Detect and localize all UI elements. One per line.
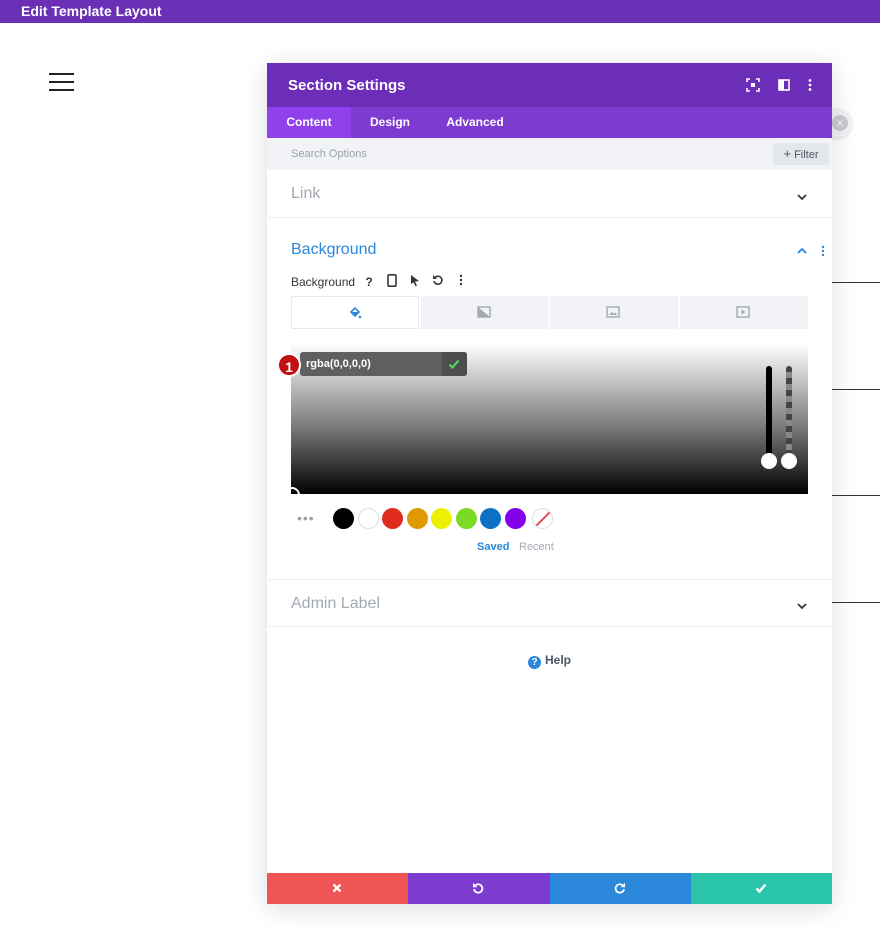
video-icon bbox=[736, 306, 750, 318]
color-value-input[interactable] bbox=[306, 355, 436, 373]
undo-icon bbox=[473, 882, 484, 894]
palette-tab-recent[interactable]: Recent bbox=[519, 541, 554, 553]
close-icon: × bbox=[832, 115, 848, 131]
gradient-icon bbox=[477, 306, 491, 318]
check-icon bbox=[448, 359, 460, 370]
tab-design[interactable]: Design bbox=[351, 107, 429, 138]
hover-cursor-icon[interactable] bbox=[407, 274, 423, 290]
cancel-button[interactable] bbox=[267, 873, 409, 904]
tab-advanced[interactable]: Advanced bbox=[429, 107, 521, 138]
help-icon[interactable]: ? bbox=[361, 274, 377, 290]
close-icon bbox=[332, 883, 342, 893]
tab-content[interactable]: Content bbox=[267, 107, 351, 138]
bg-tab-video[interactable] bbox=[680, 296, 808, 329]
search-bar: +Filter bbox=[267, 138, 832, 170]
section-more-options-icon[interactable] bbox=[820, 244, 826, 257]
mobile-icon[interactable] bbox=[384, 274, 400, 290]
section-admin-label[interactable]: Admin Label bbox=[267, 579, 832, 627]
bg-tab-color[interactable] bbox=[291, 296, 419, 329]
chevron-down-icon[interactable] bbox=[796, 190, 808, 202]
divider-line bbox=[832, 389, 880, 390]
settings-tabs: Content Design Advanced bbox=[267, 107, 832, 138]
hamburger-menu-icon[interactable] bbox=[49, 73, 74, 91]
swatch-purple[interactable] bbox=[505, 508, 526, 529]
hue-slider[interactable] bbox=[766, 366, 772, 464]
filter-label: Filter bbox=[794, 149, 819, 161]
swatch-black[interactable] bbox=[333, 508, 354, 529]
section-title-background[interactable]: Background bbox=[291, 241, 376, 259]
plus-icon: + bbox=[783, 146, 792, 161]
hue-slider-handle[interactable] bbox=[761, 453, 777, 469]
swatch-yellow[interactable] bbox=[431, 508, 452, 529]
more-options-icon[interactable] bbox=[802, 77, 818, 93]
help-label: Help bbox=[545, 653, 572, 667]
section-title-link: Link bbox=[291, 185, 321, 202]
search-input[interactable] bbox=[281, 142, 761, 166]
redo-icon bbox=[614, 882, 625, 894]
modal-header: Section Settings bbox=[267, 63, 832, 107]
save-button[interactable] bbox=[690, 873, 832, 904]
swatch-green[interactable] bbox=[456, 508, 477, 529]
step-number-badge: 1 bbox=[277, 353, 301, 377]
background-type-tabs bbox=[291, 296, 808, 329]
page-title: Edit Template Layout bbox=[21, 3, 162, 19]
chevron-down-icon[interactable] bbox=[796, 599, 808, 611]
chevron-up-icon[interactable] bbox=[796, 244, 808, 256]
split-view-icon[interactable] bbox=[776, 77, 792, 93]
background-field-label: Background bbox=[291, 275, 356, 289]
color-picker-handle[interactable] bbox=[284, 487, 300, 503]
modal-title: Section Settings bbox=[288, 77, 406, 94]
section-settings-modal: Section Settings Content Design Advanced… bbox=[267, 63, 832, 904]
help-icon: ? bbox=[528, 656, 541, 669]
color-value-box bbox=[300, 352, 467, 376]
undo-button[interactable] bbox=[408, 873, 550, 904]
apply-color-button[interactable] bbox=[442, 352, 467, 376]
help-link[interactable]: ? Help bbox=[528, 653, 571, 669]
swatch-no-color[interactable] bbox=[532, 508, 553, 529]
fullscreen-icon[interactable] bbox=[745, 77, 761, 93]
opacity-slider[interactable] bbox=[786, 366, 792, 464]
section-link[interactable]: Link bbox=[267, 170, 832, 218]
color-fill-icon bbox=[349, 306, 362, 319]
bg-tab-gradient[interactable] bbox=[421, 296, 549, 329]
top-bar: Edit Template Layout bbox=[0, 0, 880, 23]
palette-tab-saved[interactable]: Saved bbox=[477, 541, 509, 553]
image-icon bbox=[606, 306, 620, 318]
check-icon bbox=[755, 883, 767, 894]
swatch-blue[interactable] bbox=[480, 508, 501, 529]
more-swatches-icon[interactable]: ••• bbox=[297, 510, 315, 526]
opacity-slider-handle[interactable] bbox=[781, 453, 797, 469]
more-options-icon[interactable] bbox=[453, 274, 469, 290]
redo-button[interactable] bbox=[549, 873, 691, 904]
bg-tab-image[interactable] bbox=[550, 296, 678, 329]
modal-footer bbox=[267, 873, 832, 904]
swatch-white[interactable] bbox=[358, 508, 379, 529]
section-title-admin-label: Admin Label bbox=[291, 595, 380, 612]
divider-line bbox=[832, 602, 880, 603]
filter-button[interactable]: + Filter bbox=[773, 143, 829, 165]
reset-icon[interactable] bbox=[430, 274, 446, 290]
swatch-red[interactable] bbox=[382, 508, 403, 529]
divider-line bbox=[832, 282, 880, 283]
divider-line bbox=[832, 495, 880, 496]
swatch-orange[interactable] bbox=[407, 508, 428, 529]
